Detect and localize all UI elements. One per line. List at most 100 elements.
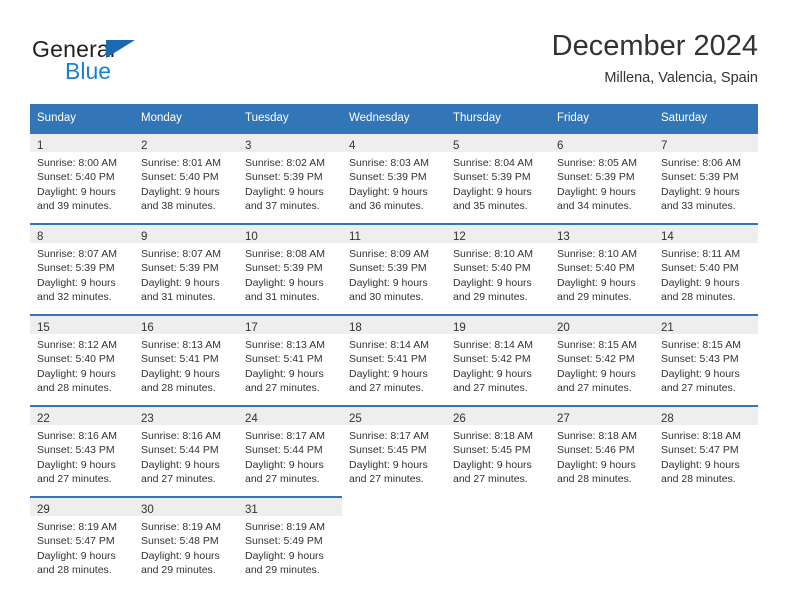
calendar-day[interactable]: 13 Sunrise: 8:10 AM Sunset: 5:40 PM Dayligh… bbox=[550, 223, 654, 314]
day-number: 14 bbox=[661, 231, 674, 243]
weekday-header-sunday: Sunday bbox=[30, 104, 134, 132]
sunrise-text: Sunrise: 8:17 AM bbox=[349, 430, 429, 442]
day-number: 18 bbox=[349, 322, 362, 334]
calendar-day[interactable]: 11 Sunrise: 8:09 AM Sunset: 5:39 PM Dayligh… bbox=[342, 223, 446, 314]
calendar-day[interactable]: 7 Sunrise: 8:06 AM Sunset: 5:39 PM Daylight… bbox=[654, 132, 758, 223]
day-number-bar: 27 bbox=[550, 407, 654, 425]
daylight-text-line1: Daylight: 9 hours bbox=[141, 549, 220, 562]
calendar-cell: 11 Sunrise: 8:09 AM Sunset: 5:39 PM Dayligh… bbox=[342, 223, 446, 314]
calendar-cell: 8 Sunrise: 8:07 AM Sunset: 5:39 PM Daylight… bbox=[30, 223, 134, 314]
calendar-cell: 23 Sunrise: 8:16 AM Sunset: 5:44 PM Dayligh… bbox=[134, 405, 238, 496]
sunrise-text: Sunrise: 8:13 AM bbox=[141, 339, 221, 351]
daylight-text-line2: and 27 minutes. bbox=[349, 472, 424, 485]
calendar-day[interactable]: 16 Sunrise: 8:13 AM Sunset: 5:41 PM Dayligh… bbox=[134, 314, 238, 405]
day-number-bar: 30 bbox=[134, 498, 238, 516]
day-number-bar: 29 bbox=[30, 498, 134, 516]
daylight-text-line2: and 27 minutes. bbox=[141, 472, 216, 485]
day-number: 10 bbox=[245, 231, 258, 243]
calendar-day[interactable]: 22 Sunrise: 8:16 AM Sunset: 5:43 PM Dayligh… bbox=[30, 405, 134, 496]
weekday-header-friday: Friday bbox=[550, 104, 654, 132]
calendar-day[interactable]: 30 Sunrise: 8:19 AM Sunset: 5:48 PM Dayligh… bbox=[134, 496, 238, 587]
daylight-text-line2: and 35 minutes. bbox=[453, 199, 528, 212]
calendar-day[interactable]: 29 Sunrise: 8:19 AM Sunset: 5:47 PM Dayligh… bbox=[30, 496, 134, 587]
calendar-cell: 10 Sunrise: 8:08 AM Sunset: 5:39 PM Dayligh… bbox=[238, 223, 342, 314]
brand-name-blue: Blue bbox=[65, 58, 112, 84]
calendar-day[interactable]: 21 Sunrise: 8:15 AM Sunset: 5:43 PM Dayligh… bbox=[654, 314, 758, 405]
day-details: Sunrise: 8:05 AM Sunset: 5:39 PM Daylight:… bbox=[550, 152, 654, 213]
calendar-day[interactable]: 19 Sunrise: 8:14 AM Sunset: 5:42 PM Dayligh… bbox=[446, 314, 550, 405]
calendar-cell: 26 Sunrise: 8:18 AM Sunset: 5:45 PM Dayligh… bbox=[446, 405, 550, 496]
daylight-text-line1: Daylight: 9 hours bbox=[661, 367, 740, 380]
calendar-day[interactable]: 17 Sunrise: 8:13 AM Sunset: 5:41 PM Dayligh… bbox=[238, 314, 342, 405]
calendar-day[interactable]: 2 Sunrise: 8:01 AM Sunset: 5:40 PM Daylight… bbox=[134, 132, 238, 223]
day-number: 13 bbox=[557, 231, 570, 243]
calendar-cell: 5 Sunrise: 8:04 AM Sunset: 5:39 PM Daylight… bbox=[446, 132, 550, 223]
daylight-text-line1: Daylight: 9 hours bbox=[661, 185, 740, 198]
title-block: December 2024 Millena, Valencia, Spain bbox=[552, 28, 758, 89]
calendar-week-row: 1 Sunrise: 8:00 AM Sunset: 5:40 PM Daylight… bbox=[30, 132, 758, 223]
daylight-text-line2: and 31 minutes. bbox=[245, 290, 320, 303]
daylight-text-line2: and 30 minutes. bbox=[349, 290, 424, 303]
day-details: Sunrise: 8:13 AM Sunset: 5:41 PM Daylight:… bbox=[134, 334, 238, 395]
sunrise-sunset-calendar-table: Sunday Monday Tuesday Wednesday Thursday… bbox=[30, 104, 758, 587]
sunset-text: Sunset: 5:39 PM bbox=[661, 171, 739, 184]
day-number-bar: 5 bbox=[446, 134, 550, 152]
sunrise-text: Sunrise: 8:06 AM bbox=[661, 157, 741, 169]
sunset-text: Sunset: 5:42 PM bbox=[453, 353, 531, 366]
day-details: Sunrise: 8:16 AM Sunset: 5:44 PM Daylight:… bbox=[134, 425, 238, 486]
daylight-text-line1: Daylight: 9 hours bbox=[141, 185, 220, 198]
day-number-bar: 24 bbox=[238, 407, 342, 425]
daylight-text-line1: Daylight: 9 hours bbox=[453, 367, 532, 380]
daylight-text-line1: Daylight: 9 hours bbox=[37, 458, 116, 471]
brand-logo[interactable]: General Blue bbox=[32, 36, 202, 92]
calendar-day[interactable]: 6 Sunrise: 8:05 AM Sunset: 5:39 PM Daylight… bbox=[550, 132, 654, 223]
calendar-day[interactable]: 31 Sunrise: 8:19 AM Sunset: 5:49 PM Dayligh… bbox=[238, 496, 342, 587]
calendar-day[interactable]: 26 Sunrise: 8:18 AM Sunset: 5:45 PM Dayligh… bbox=[446, 405, 550, 496]
daylight-text-line2: and 29 minutes. bbox=[453, 290, 528, 303]
daylight-text-line1: Daylight: 9 hours bbox=[37, 549, 116, 562]
calendar-day[interactable]: 14 Sunrise: 8:11 AM Sunset: 5:40 PM Dayligh… bbox=[654, 223, 758, 314]
calendar-day[interactable]: 10 Sunrise: 8:08 AM Sunset: 5:39 PM Dayligh… bbox=[238, 223, 342, 314]
daylight-text-line2: and 27 minutes. bbox=[661, 381, 736, 394]
daylight-text-line1: Daylight: 9 hours bbox=[37, 276, 116, 289]
daylight-text-line2: and 27 minutes. bbox=[453, 381, 528, 394]
daylight-text-line2: and 29 minutes. bbox=[245, 563, 320, 576]
calendar-day[interactable]: 4 Sunrise: 8:03 AM Sunset: 5:39 PM Daylight… bbox=[342, 132, 446, 223]
daylight-text-line2: and 27 minutes. bbox=[245, 472, 320, 485]
daylight-text-line2: and 33 minutes. bbox=[661, 199, 736, 212]
calendar-day[interactable]: 24 Sunrise: 8:17 AM Sunset: 5:44 PM Dayligh… bbox=[238, 405, 342, 496]
calendar-day[interactable]: 15 Sunrise: 8:12 AM Sunset: 5:40 PM Dayligh… bbox=[30, 314, 134, 405]
calendar-day[interactable]: 23 Sunrise: 8:16 AM Sunset: 5:44 PM Dayligh… bbox=[134, 405, 238, 496]
daylight-text-line1: Daylight: 9 hours bbox=[349, 185, 428, 198]
calendar-day[interactable]: 18 Sunrise: 8:14 AM Sunset: 5:41 PM Dayligh… bbox=[342, 314, 446, 405]
calendar-day[interactable]: 20 Sunrise: 8:15 AM Sunset: 5:42 PM Dayligh… bbox=[550, 314, 654, 405]
daylight-text-line1: Daylight: 9 hours bbox=[37, 367, 116, 380]
weekday-header-wednesday: Wednesday bbox=[342, 104, 446, 132]
calendar-day[interactable]: 28 Sunrise: 8:18 AM Sunset: 5:47 PM Dayligh… bbox=[654, 405, 758, 496]
calendar-day[interactable]: 25 Sunrise: 8:17 AM Sunset: 5:45 PM Dayligh… bbox=[342, 405, 446, 496]
daylight-text-line2: and 39 minutes. bbox=[37, 199, 112, 212]
day-number-bar: 7 bbox=[654, 134, 758, 152]
calendar-day[interactable]: 1 Sunrise: 8:00 AM Sunset: 5:40 PM Daylight… bbox=[30, 132, 134, 223]
sunset-text: Sunset: 5:39 PM bbox=[141, 262, 219, 275]
sunrise-text: Sunrise: 8:03 AM bbox=[349, 157, 429, 169]
day-number: 2 bbox=[141, 140, 148, 152]
calendar-cell: 24 Sunrise: 8:17 AM Sunset: 5:44 PM Dayligh… bbox=[238, 405, 342, 496]
calendar-day[interactable]: 3 Sunrise: 8:02 AM Sunset: 5:39 PM Daylight… bbox=[238, 132, 342, 223]
calendar-cell: 25 Sunrise: 8:17 AM Sunset: 5:45 PM Dayligh… bbox=[342, 405, 446, 496]
day-number: 21 bbox=[661, 322, 674, 334]
day-details: Sunrise: 8:18 AM Sunset: 5:46 PM Daylight:… bbox=[550, 425, 654, 486]
day-number: 8 bbox=[37, 231, 44, 243]
sunrise-text: Sunrise: 8:12 AM bbox=[37, 339, 117, 351]
calendar-day[interactable]: 12 Sunrise: 8:10 AM Sunset: 5:40 PM Dayligh… bbox=[446, 223, 550, 314]
calendar-day[interactable]: 5 Sunrise: 8:04 AM Sunset: 5:39 PM Daylight… bbox=[446, 132, 550, 223]
day-details: Sunrise: 8:00 AM Sunset: 5:40 PM Daylight:… bbox=[30, 152, 134, 213]
day-number: 9 bbox=[141, 231, 148, 243]
daylight-text-line2: and 29 minutes. bbox=[557, 290, 632, 303]
calendar-day[interactable]: 27 Sunrise: 8:18 AM Sunset: 5:46 PM Dayligh… bbox=[550, 405, 654, 496]
calendar-day[interactable]: 8 Sunrise: 8:07 AM Sunset: 5:39 PM Daylight… bbox=[30, 223, 134, 314]
calendar-week-row: 15 Sunrise: 8:12 AM Sunset: 5:40 PM Dayligh… bbox=[30, 314, 758, 405]
sunrise-text: Sunrise: 8:08 AM bbox=[245, 248, 325, 260]
day-details: Sunrise: 8:07 AM Sunset: 5:39 PM Daylight:… bbox=[134, 243, 238, 304]
calendar-day[interactable]: 9 Sunrise: 8:07 AM Sunset: 5:39 PM Daylight… bbox=[134, 223, 238, 314]
